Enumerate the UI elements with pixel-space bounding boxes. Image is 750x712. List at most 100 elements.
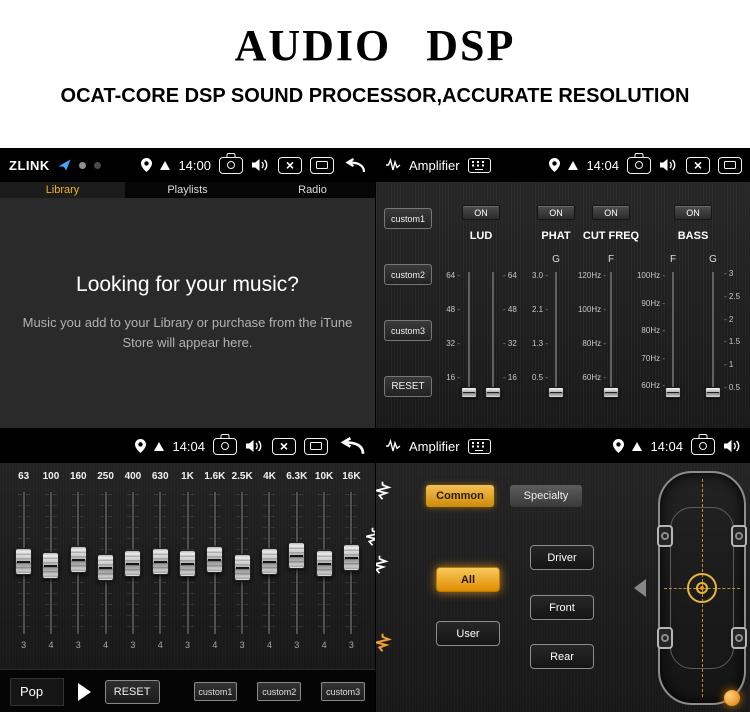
band-slider[interactable] [37,488,64,638]
band-slider[interactable] [119,488,146,638]
listening-position-target[interactable] [687,573,717,603]
preset-select[interactable]: Pop [10,677,64,706]
bass-f-slider[interactable] [665,272,681,398]
slider-knob[interactable] [548,387,564,398]
equalizer-bands: 63 3 100 4 160 3 250 4 400 3 630 4 1K 3 1.6K 4 2… [0,463,375,669]
back-icon[interactable] [342,157,366,173]
speaker-rear-left[interactable] [657,627,673,649]
band-slider[interactable] [310,488,337,638]
slider-knob[interactable] [461,387,477,398]
statusbar: Amplifier 14:04 [376,429,750,463]
volume-icon[interactable] [723,439,742,453]
close-button[interactable] [278,156,302,174]
band-slider[interactable] [229,488,256,638]
bass-label: BASS [677,230,709,242]
cutfreq-slider[interactable] [603,272,619,398]
slider-track [491,272,495,398]
speaker-front-right[interactable] [731,525,747,547]
reset-button[interactable]: RESET [104,679,160,704]
fader-knob[interactable] [342,544,360,571]
fader-knob[interactable] [206,546,224,573]
screenshot-button[interactable] [691,437,715,455]
custom1-button[interactable]: custom1 [384,208,432,229]
back-icon[interactable] [336,437,366,455]
page-title: AUDIO DSP [234,21,516,70]
slider-knob[interactable] [665,387,681,398]
speaker-rear-right[interactable] [731,627,747,649]
slider-knob[interactable] [603,387,619,398]
keyboard-icon[interactable] [467,157,491,173]
fader-knob[interactable] [260,548,278,575]
fader-knob[interactable] [69,546,87,573]
volume-icon[interactable] [245,439,264,453]
tab-playlists[interactable]: Playlists [125,184,250,196]
band-frequency: 100 [42,471,60,482]
bass-g-slider[interactable] [705,272,721,398]
band-slider[interactable] [201,488,228,638]
statusbar: 14:04 [0,429,375,463]
tab-radio[interactable]: Radio [250,184,375,196]
lud-on-button[interactable]: ON [462,205,500,220]
band-slider[interactable] [283,488,310,638]
custom1-button[interactable]: custom1 [193,682,238,701]
lud-slider-1[interactable] [461,272,477,398]
custom3-button[interactable]: custom3 [321,682,365,701]
custom2-button[interactable]: custom2 [384,264,432,285]
rear-button[interactable]: Rear [530,644,594,669]
slider-track [711,272,715,398]
band-frequency: 630 [151,471,169,482]
band-slider[interactable] [338,488,365,638]
screenshot-button[interactable] [213,437,237,455]
statusbar: ZLINK 14:00 [0,148,375,182]
fader-knob[interactable] [233,554,251,581]
fader-knob[interactable] [315,550,333,577]
screenshot-button[interactable] [219,156,243,174]
screenshot-button[interactable] [627,156,651,174]
waveform-icon [376,555,389,575]
custom3-button[interactable]: custom3 [384,320,432,341]
reset-button[interactable]: RESET [384,376,432,397]
fader-knob[interactable] [42,552,60,579]
tab-common[interactable]: Common [426,485,494,507]
tick-label: 100Hz [629,272,665,280]
custom2-button[interactable]: custom2 [257,682,302,701]
tab-library[interactable]: Library [0,182,125,198]
slider-knob[interactable] [705,387,721,398]
close-button[interactable] [272,437,296,455]
recents-button[interactable] [718,156,742,174]
lud-slider-2[interactable] [485,272,501,398]
user-button[interactable]: User [436,621,500,646]
band-slider[interactable] [92,488,119,638]
speaker-front-left[interactable] [657,525,673,547]
chevron-left-icon[interactable] [634,579,646,597]
band-slider[interactable] [174,488,201,638]
band-slider[interactable] [147,488,174,638]
band-slider[interactable] [65,488,92,638]
band-slider[interactable] [256,488,283,638]
band-slider[interactable] [10,488,37,638]
phat-on-button[interactable]: ON [537,205,575,220]
phat-slider[interactable] [548,272,564,398]
recents-button[interactable] [310,156,334,174]
bass-on-button[interactable]: ON [674,205,712,220]
driver-button[interactable]: Driver [530,545,594,570]
eq-band-4k: 4K 4 [256,471,283,669]
all-button[interactable]: All [436,567,500,592]
fader-knob[interactable] [124,550,142,577]
front-button[interactable]: Front [530,595,594,620]
keyboard-icon[interactable] [467,438,491,454]
recents-button[interactable] [304,437,328,455]
fader-knob[interactable] [151,548,169,575]
close-button[interactable] [686,156,710,174]
fader-knob[interactable] [97,554,115,581]
fader-knob[interactable] [15,548,33,575]
tab-specialty[interactable]: Specialty [510,485,582,507]
play-icon[interactable] [77,682,91,701]
volume-icon[interactable] [251,158,270,172]
slider-knob[interactable] [485,387,501,398]
cutfreq-on-button[interactable]: ON [592,205,630,220]
volume-icon[interactable] [659,158,678,172]
fader-knob[interactable] [179,550,197,577]
clock: 14:04 [650,438,683,454]
fader-knob[interactable] [288,542,306,569]
